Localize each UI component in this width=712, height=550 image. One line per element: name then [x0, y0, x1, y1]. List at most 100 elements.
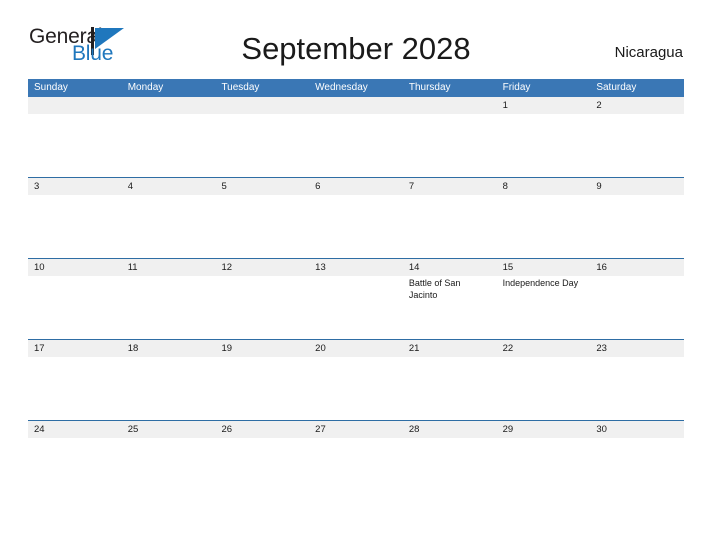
- region-label: Nicaragua: [614, 44, 683, 61]
- day-events: [215, 438, 309, 440]
- day-events: [28, 114, 122, 116]
- day-number-band: 4: [121, 178, 216, 195]
- calendar-day-cell[interactable]: 7: [402, 178, 497, 258]
- calendar-day-cell[interactable]: 12: [215, 259, 310, 339]
- day-events: [309, 195, 403, 197]
- day-number-band: 19: [215, 340, 310, 357]
- day-number: 18: [127, 343, 139, 354]
- day-number-band: 13: [309, 259, 403, 276]
- calendar-day-cell[interactable]: 2: [590, 97, 685, 177]
- day-number-band: 18: [121, 340, 216, 357]
- calendar-day-cell[interactable]: 9: [590, 178, 685, 258]
- calendar-week-cells: 12: [28, 97, 685, 177]
- day-number: 16: [596, 262, 607, 273]
- day-events: [497, 357, 591, 359]
- calendar-day-cell[interactable]: 30: [590, 421, 685, 501]
- calendar-day-cell[interactable]: [309, 97, 403, 177]
- calendar-day-cell[interactable]: [28, 97, 122, 177]
- day-event[interactable]: Independence Day: [503, 278, 584, 290]
- day-number-band: 26: [215, 421, 310, 438]
- day-events: [590, 195, 684, 197]
- calendar-day-cell[interactable]: 27: [309, 421, 403, 501]
- day-number-band: 22: [496, 340, 591, 357]
- day-number: 10: [34, 262, 45, 273]
- day-number-band: 25: [121, 421, 216, 438]
- weekday-header-monday: Monday: [127, 82, 164, 93]
- calendar-week-row: 12: [28, 97, 685, 177]
- day-events: [497, 114, 591, 116]
- day-number-band: 3: [28, 178, 122, 195]
- calendar-day-cell[interactable]: 19: [215, 340, 310, 420]
- day-number-band: 9: [590, 178, 685, 195]
- day-events: [215, 114, 309, 116]
- day-number: 4: [127, 181, 134, 192]
- day-number-band: 16: [590, 259, 685, 276]
- day-events: [215, 357, 309, 359]
- calendar-day-cell[interactable]: 13: [309, 259, 403, 339]
- day-events: [497, 438, 591, 440]
- day-number: 11: [127, 262, 138, 273]
- calendar-day-cell[interactable]: 26: [215, 421, 310, 501]
- day-number-band: 7: [402, 178, 497, 195]
- calendar-day-cell[interactable]: 15 Independence Day: [496, 259, 591, 339]
- day-number: 17: [34, 343, 45, 354]
- day-number-band: 14: [402, 259, 497, 276]
- day-number-band: [309, 97, 403, 114]
- calendar-day-cell[interactable]: 24: [28, 421, 122, 501]
- day-number-band: 6: [309, 178, 403, 195]
- day-events: [122, 357, 216, 359]
- calendar-week-row: 10 11 12 13 14 Battle of San Jacinto 15 Indepen…: [28, 258, 685, 339]
- day-number: 1: [502, 100, 508, 111]
- day-events: [215, 276, 309, 278]
- calendar-day-cell[interactable]: 4: [121, 178, 216, 258]
- calendar-day-cell[interactable]: 25: [121, 421, 216, 501]
- calendar-day-cell[interactable]: 20: [309, 340, 403, 420]
- day-events: [122, 114, 216, 116]
- day-events: [403, 114, 497, 116]
- calendar-day-cell[interactable]: 16: [590, 259, 685, 339]
- calendar-day-cell[interactable]: [402, 97, 497, 177]
- day-number: 21: [408, 343, 420, 354]
- day-number: 26: [221, 424, 233, 435]
- day-number-band: [28, 97, 122, 114]
- day-events: [309, 357, 403, 359]
- day-number-band: [121, 97, 216, 114]
- day-events: [590, 438, 684, 440]
- day-number-band: 5: [215, 178, 310, 195]
- day-number-band: 15: [496, 259, 591, 276]
- calendar-day-cell[interactable]: [215, 97, 310, 177]
- calendar-day-cell[interactable]: 10: [28, 259, 122, 339]
- day-events: Battle of San Jacinto: [403, 276, 497, 301]
- day-number: 3: [34, 181, 40, 192]
- page-header: General Blue September 2028 Nicaragua: [0, 0, 712, 78]
- day-events: [122, 438, 216, 440]
- day-events: [403, 438, 497, 440]
- calendar-day-cell[interactable]: 29: [496, 421, 591, 501]
- day-events: [309, 114, 403, 116]
- day-number: 13: [315, 262, 326, 273]
- calendar-day-cell[interactable]: 22: [496, 340, 591, 420]
- calendar-day-cell[interactable]: 11: [121, 259, 216, 339]
- day-number-band: 2: [590, 97, 685, 114]
- calendar-day-cell[interactable]: 1: [496, 97, 591, 177]
- calendar-day-cell[interactable]: 17: [28, 340, 122, 420]
- day-events: Independence Day: [497, 276, 591, 290]
- weekday-header-tuesday: Tuesday: [221, 82, 260, 93]
- calendar-day-cell[interactable]: 3: [28, 178, 122, 258]
- day-events: [590, 276, 684, 278]
- day-event[interactable]: Battle of San Jacinto: [409, 278, 490, 301]
- calendar-day-cell[interactable]: 23: [590, 340, 685, 420]
- weekday-header-wednesday: Wednesday: [315, 82, 368, 93]
- day-number: 28: [408, 424, 420, 435]
- calendar-day-cell[interactable]: 8: [496, 178, 591, 258]
- day-events: [215, 195, 309, 197]
- calendar-day-cell[interactable]: 21: [402, 340, 497, 420]
- calendar-day-cell[interactable]: 6: [309, 178, 403, 258]
- calendar-day-cell[interactable]: 18: [121, 340, 216, 420]
- day-events: [309, 438, 403, 440]
- calendar-day-cell[interactable]: [121, 97, 216, 177]
- calendar-day-cell[interactable]: 14 Battle of San Jacinto: [402, 259, 497, 339]
- calendar-day-cell[interactable]: 5: [215, 178, 310, 258]
- day-events: [28, 438, 122, 440]
- calendar-day-cell[interactable]: 28: [402, 421, 497, 501]
